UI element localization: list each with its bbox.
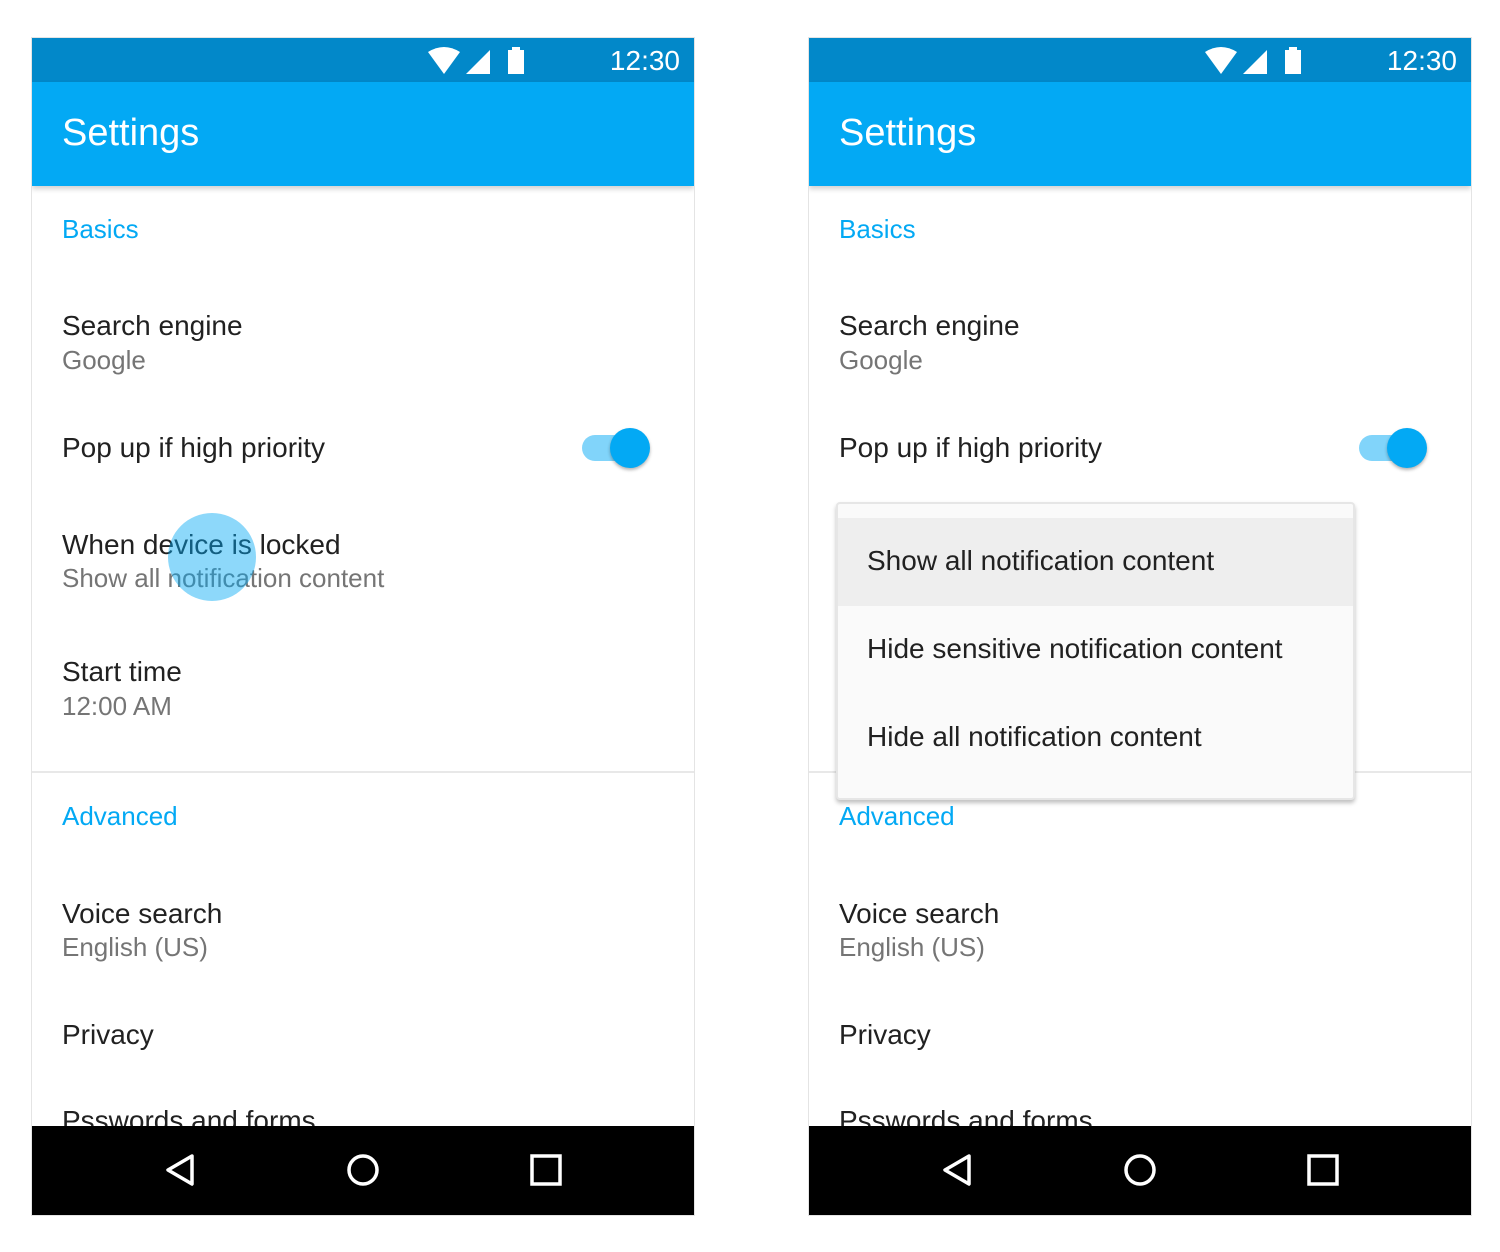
section-header-advanced: Advanced [839,801,955,831]
touch-ripple [168,513,256,601]
search-engine-value: Google [839,345,923,375]
back-icon[interactable] [939,1152,975,1188]
dropdown-option[interactable]: Hide sensitive notification content [838,606,1353,694]
status-bar: 12:30 [32,38,694,82]
app-bar: Settings [32,82,694,186]
status-time: 12:30 [1386,45,1457,76]
voice-search-title[interactable]: Voice search [62,900,222,928]
recents-icon[interactable] [528,1152,564,1188]
option-label: Hide all notification content [867,721,1202,752]
section-header-basics: Basics [62,214,139,244]
page-title: Settings [839,112,977,154]
search-engine-value: Google [62,345,146,375]
search-engine-title[interactable]: Search engine [839,312,1020,340]
status-bar: 12:30 [809,38,1471,82]
start-time-title[interactable]: Start time [62,658,182,686]
dropdown-option-selected[interactable]: Show all notification content [838,518,1353,606]
popup-title[interactable]: Pop up if high priority [839,434,1102,462]
status-icons [1205,47,1301,74]
app-bar: Settings [809,82,1471,186]
recents-icon[interactable] [1305,1152,1341,1188]
phone-screen-right: 12:30 Settings Basics Search engine Goog… [809,38,1471,1215]
status-time: 12:30 [609,45,680,76]
nav-bar [32,1126,694,1215]
nav-bar [809,1126,1471,1215]
option-label: Hide sensitive notification content [867,633,1283,664]
back-icon[interactable] [162,1152,198,1188]
battery-icon [1285,50,1301,74]
section-header-basics: Basics [839,214,916,244]
divider [32,771,694,773]
dropdown-option[interactable]: Hide all notification content [838,694,1353,782]
popup-title[interactable]: Pop up if high priority [62,434,325,462]
home-icon[interactable] [345,1152,381,1188]
start-time-value: 12:00 AM [62,691,172,721]
signal-icon [1243,50,1267,74]
battery-icon [508,50,524,74]
privacy-title[interactable]: Privacy [62,1021,154,1049]
wifi-icon [428,47,460,74]
privacy-title[interactable]: Privacy [839,1021,931,1049]
home-icon[interactable] [1122,1152,1158,1188]
voice-search-value: English (US) [839,932,985,962]
search-engine-title[interactable]: Search engine [62,312,243,340]
page-title: Settings [62,112,200,154]
status-icons [428,47,524,74]
section-header-advanced: Advanced [62,801,178,831]
option-label: Show all notification content [867,545,1215,576]
dropdown-menu: Show all notification content Hide sensi… [836,502,1355,800]
phone-screen-left: 12:30 Settings Basics Search engine Goog… [32,38,694,1215]
signal-icon [466,50,490,74]
wifi-icon [1205,47,1237,74]
toggle-knob[interactable] [610,428,650,468]
voice-search-title[interactable]: Voice search [839,900,999,928]
voice-search-value: English (US) [62,932,208,962]
toggle-knob[interactable] [1387,428,1427,468]
